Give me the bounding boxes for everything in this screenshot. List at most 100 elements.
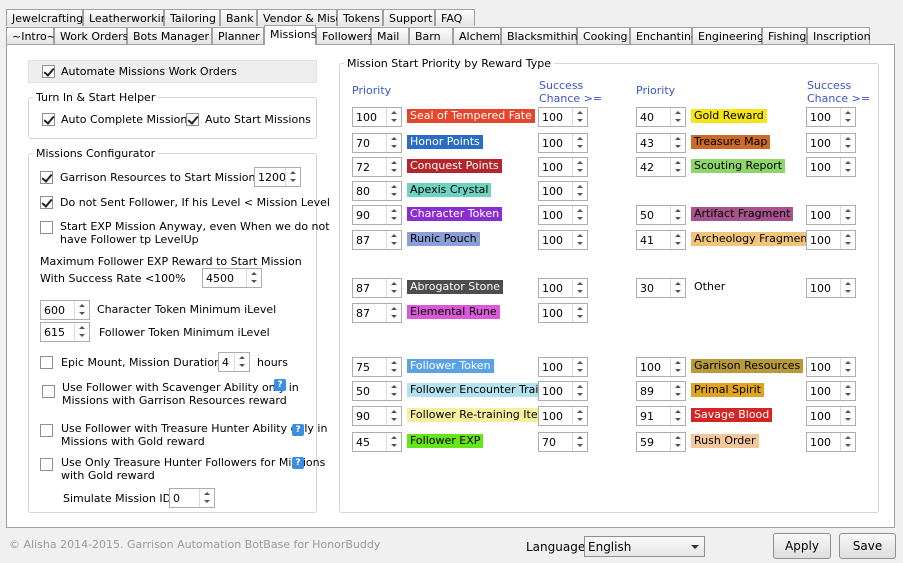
priority-stepper[interactable]: 43 xyxy=(636,133,686,153)
tab-11[interactable]: Cooking xyxy=(577,27,630,44)
tab-3[interactable]: Bots Manager xyxy=(127,27,212,44)
success-stepper[interactable]: 100 xyxy=(538,230,588,250)
start-exp-checkbox[interactable] xyxy=(40,221,53,234)
auto-complete-checkbox[interactable] xyxy=(42,113,55,126)
stepper-arrows-icon[interactable] xyxy=(840,158,855,176)
stepper-arrows-icon[interactable] xyxy=(670,382,685,400)
stepper-arrows-icon[interactable] xyxy=(386,158,401,176)
stepper-arrows-icon[interactable] xyxy=(670,279,685,297)
tab-4[interactable]: Bank xyxy=(220,9,257,26)
stepper-arrows-icon[interactable] xyxy=(840,407,855,425)
stepper-arrows-icon[interactable] xyxy=(572,407,587,425)
tab-5[interactable]: Vendor & Misc xyxy=(257,9,342,26)
stepper-arrows-icon[interactable] xyxy=(386,304,401,322)
stepper-arrows-icon[interactable] xyxy=(840,433,855,451)
stepper-arrows-icon[interactable] xyxy=(386,134,401,152)
no-follower-checkbox[interactable] xyxy=(40,196,53,209)
success-stepper[interactable]: 100 xyxy=(806,230,856,250)
stepper-arrows-icon[interactable] xyxy=(670,358,685,376)
stepper-arrows-icon[interactable] xyxy=(572,304,587,322)
success-stepper[interactable]: 100 xyxy=(538,357,588,377)
tab-14[interactable]: Fishing xyxy=(762,27,807,44)
priority-stepper[interactable]: 59 xyxy=(636,432,686,452)
priority-stepper[interactable]: 42 xyxy=(636,157,686,177)
success-stepper[interactable]: 100 xyxy=(538,303,588,323)
scavenger-checkbox[interactable] xyxy=(42,385,55,398)
priority-stepper[interactable]: 91 xyxy=(636,406,686,426)
stepper-arrows-icon[interactable] xyxy=(840,279,855,297)
tab-12[interactable]: Enchanting xyxy=(630,27,698,44)
epic-mount-checkbox[interactable] xyxy=(40,356,53,369)
success-stepper[interactable]: 100 xyxy=(806,432,856,452)
stepper-arrows-icon[interactable] xyxy=(234,353,249,371)
priority-stepper[interactable]: 80 xyxy=(352,181,402,201)
stepper-arrows-icon[interactable] xyxy=(670,206,685,224)
priority-stepper[interactable]: 70 xyxy=(352,133,402,153)
stepper-arrows-icon[interactable] xyxy=(840,382,855,400)
stepper-arrows-icon[interactable] xyxy=(572,279,587,297)
stepper-arrows-icon[interactable] xyxy=(74,301,89,319)
stepper-arrows-icon[interactable] xyxy=(572,134,587,152)
stepper-arrows-icon[interactable] xyxy=(572,158,587,176)
priority-stepper[interactable]: 75 xyxy=(352,357,402,377)
success-stepper[interactable]: 100 xyxy=(538,278,588,298)
success-stepper[interactable]: 100 xyxy=(806,406,856,426)
tab-1[interactable]: ~Intro~ xyxy=(6,27,56,44)
tab-8[interactable]: FAQ xyxy=(435,9,475,26)
stepper-arrows-icon[interactable] xyxy=(840,206,855,224)
stepper-arrows-icon[interactable] xyxy=(670,158,685,176)
priority-stepper[interactable]: 87 xyxy=(352,230,402,250)
stepper-arrows-icon[interactable] xyxy=(840,358,855,376)
stepper-arrows-icon[interactable] xyxy=(670,407,685,425)
stepper-arrows-icon[interactable] xyxy=(386,108,401,126)
stepper-arrows-icon[interactable] xyxy=(386,231,401,249)
tab-7[interactable]: Mail xyxy=(371,27,409,44)
only-treasure-checkbox[interactable] xyxy=(40,458,53,471)
priority-stepper[interactable]: 45 xyxy=(352,432,402,452)
stepper-arrows-icon[interactable] xyxy=(386,358,401,376)
save-button[interactable]: Save xyxy=(839,533,896,559)
success-stepper[interactable]: 100 xyxy=(806,381,856,401)
priority-stepper[interactable]: 40 xyxy=(636,107,686,127)
tab-13[interactable]: Engineering xyxy=(692,27,764,44)
stepper-arrows-icon[interactable] xyxy=(840,134,855,152)
success-stepper[interactable]: 100 xyxy=(538,107,588,127)
success-stepper[interactable]: 100 xyxy=(806,107,856,127)
tab-4[interactable]: Planner xyxy=(212,27,264,44)
automate-checkbox[interactable] xyxy=(42,65,55,78)
stepper-arrows-icon[interactable] xyxy=(572,231,587,249)
tab-1[interactable]: Jewelcrafting xyxy=(6,9,83,26)
success-stepper[interactable]: 70 xyxy=(538,432,588,452)
priority-stepper[interactable]: 30 xyxy=(636,278,686,298)
auto-start-checkbox[interactable] xyxy=(186,113,199,126)
success-stepper[interactable]: 100 xyxy=(538,205,588,225)
priority-stepper[interactable]: 100 xyxy=(636,357,686,377)
stepper-arrows-icon[interactable] xyxy=(572,182,587,200)
language-select[interactable]: English xyxy=(584,536,705,557)
stepper-arrows-icon[interactable] xyxy=(199,489,214,507)
priority-stepper[interactable]: 87 xyxy=(352,278,402,298)
success-stepper[interactable]: 100 xyxy=(538,181,588,201)
stepper-arrows-icon[interactable] xyxy=(670,433,685,451)
success-stepper[interactable]: 100 xyxy=(806,278,856,298)
priority-stepper[interactable]: 41 xyxy=(636,230,686,250)
stepper-arrows-icon[interactable] xyxy=(572,358,587,376)
success-stepper[interactable]: 100 xyxy=(538,406,588,426)
help-icon[interactable]: ? xyxy=(292,424,304,436)
stepper-arrows-icon[interactable] xyxy=(572,108,587,126)
tab-5[interactable]: Missions xyxy=(264,25,317,45)
priority-stepper[interactable]: 90 xyxy=(352,406,402,426)
stepper-arrows-icon[interactable] xyxy=(285,168,300,186)
garrison-resources-checkbox[interactable] xyxy=(40,171,53,184)
epic-mount-stepper[interactable]: 4 xyxy=(218,352,250,372)
success-stepper[interactable]: 100 xyxy=(806,157,856,177)
success-stepper[interactable]: 100 xyxy=(538,157,588,177)
simulate-stepper[interactable]: 0 xyxy=(169,488,215,508)
treasure-checkbox[interactable] xyxy=(40,424,53,437)
tab-3[interactable]: Tailoring xyxy=(164,9,220,26)
tab-6[interactable]: Tokens xyxy=(337,9,383,26)
garrison-resources-stepper[interactable]: 1200 xyxy=(254,167,301,187)
stepper-arrows-icon[interactable] xyxy=(246,269,261,287)
priority-stepper[interactable]: 89 xyxy=(636,381,686,401)
tab-8[interactable]: Barn xyxy=(409,27,453,44)
